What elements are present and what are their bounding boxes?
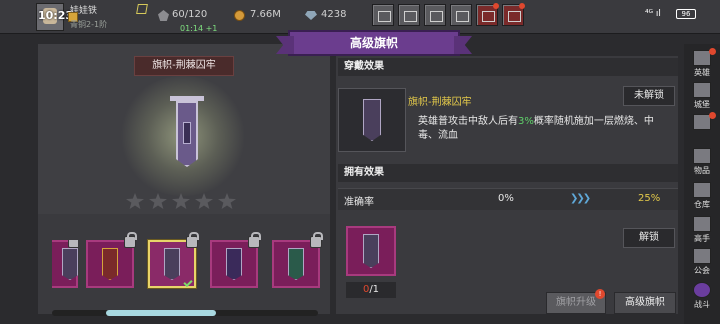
wear-effect-name: 旗帜-荆棘囚牢: [408, 97, 472, 108]
check-icon: [183, 277, 193, 288]
top-status-bar: [0, 0, 720, 34]
lock-icon: [124, 232, 137, 248]
event-button[interactable]: [476, 3, 499, 26]
banner-upgrade-button[interactable]: 旗帜升级!: [546, 289, 606, 314]
signal-status: ⁴ᴳ ıl: [645, 9, 661, 19]
sidebar-item-warehouse[interactable]: 仓库: [686, 180, 718, 212]
items-icon: [693, 148, 711, 164]
notification-dot-icon: [493, 3, 499, 9]
notification-dot-icon: [519, 3, 525, 9]
guild-icon: [693, 248, 711, 264]
banner-slot[interactable]: [272, 232, 323, 288]
stamina-value: 60/120: [172, 9, 208, 20]
stat-current-value: 0%: [498, 193, 514, 204]
sidebar-item-battle[interactable]: 战斗: [686, 280, 718, 312]
sidebar-item-master[interactable]: 高手: [686, 214, 718, 246]
master-icon: [693, 216, 711, 232]
star-icon: [218, 193, 236, 209]
sidebar-item-castle[interactable]: 城堡: [686, 80, 718, 112]
gem-value: 4238: [321, 9, 347, 20]
sidebar-item-guild[interactable]: 公会: [686, 246, 718, 278]
battle-icon: [693, 282, 711, 298]
coin-icon: [234, 10, 245, 21]
unlock-button[interactable]: 解锁: [623, 228, 675, 248]
wear-effect-banner-icon: [338, 88, 406, 152]
banner-slot-selected[interactable]: [148, 232, 199, 288]
lock-state-label: 未解锁: [623, 86, 675, 106]
star-rating: [126, 193, 246, 209]
castle-icon: [693, 82, 711, 98]
wear-effect-header: 穿戴效果: [338, 58, 678, 76]
warehouse-icon: [693, 182, 711, 198]
sidebar-item-items[interactable]: 物品: [686, 146, 718, 178]
shop-cart-button[interactable]: [372, 4, 394, 26]
sidebar-item-hero[interactable]: 英雄: [686, 48, 718, 80]
gamepad-button[interactable]: [424, 4, 446, 26]
wear-effect-description: 英雄普攻击中敌人后有3%概率随机施加一层燃烧、中毒、流血: [418, 116, 654, 141]
edit-icon[interactable]: [136, 4, 148, 14]
alert-badge-icon: !: [595, 289, 605, 299]
preview-item-name: 旗帜-荆棘囚牢: [134, 56, 234, 76]
selector-scrollbar-thumb[interactable]: [106, 310, 216, 316]
star-icon: [149, 193, 167, 209]
notification-dot-icon: [709, 112, 716, 119]
banner-preview-icon: [170, 96, 204, 174]
star-icon: [126, 193, 144, 209]
stat-next-value: 25%: [638, 193, 661, 204]
sidebar-item-unknown[interactable]: [686, 112, 718, 144]
cost-item-icon: [346, 226, 396, 276]
player-rank: 青铜2-1阶: [70, 20, 108, 29]
lock-icon: [248, 232, 261, 248]
advanced-banner-button[interactable]: 高级旗帜: [614, 292, 676, 314]
mail-button[interactable]: [398, 4, 420, 26]
owned-effect-header: 拥有效果: [338, 164, 678, 182]
cost-count: 0/1: [346, 282, 396, 298]
page-title: 高级旗帜: [349, 36, 398, 50]
lock-icon: [186, 232, 199, 248]
notification-dot-icon: [709, 48, 716, 55]
arrow-right-icon: ❯❯❯: [570, 193, 591, 204]
banner-slot[interactable]: [210, 232, 261, 288]
coin-value: 7.66M: [250, 9, 281, 20]
stat-label: 准确率: [344, 197, 374, 208]
star-icon: [195, 193, 213, 209]
stamina-timer: 01:14 +1: [180, 24, 218, 33]
banner-slot[interactable]: [86, 232, 137, 288]
battery-indicator: 96: [676, 9, 696, 19]
alert-button[interactable]: [502, 3, 525, 26]
lock-icon: [310, 232, 323, 248]
settings-gear-button[interactable]: [450, 4, 472, 26]
star-icon: [172, 193, 190, 209]
